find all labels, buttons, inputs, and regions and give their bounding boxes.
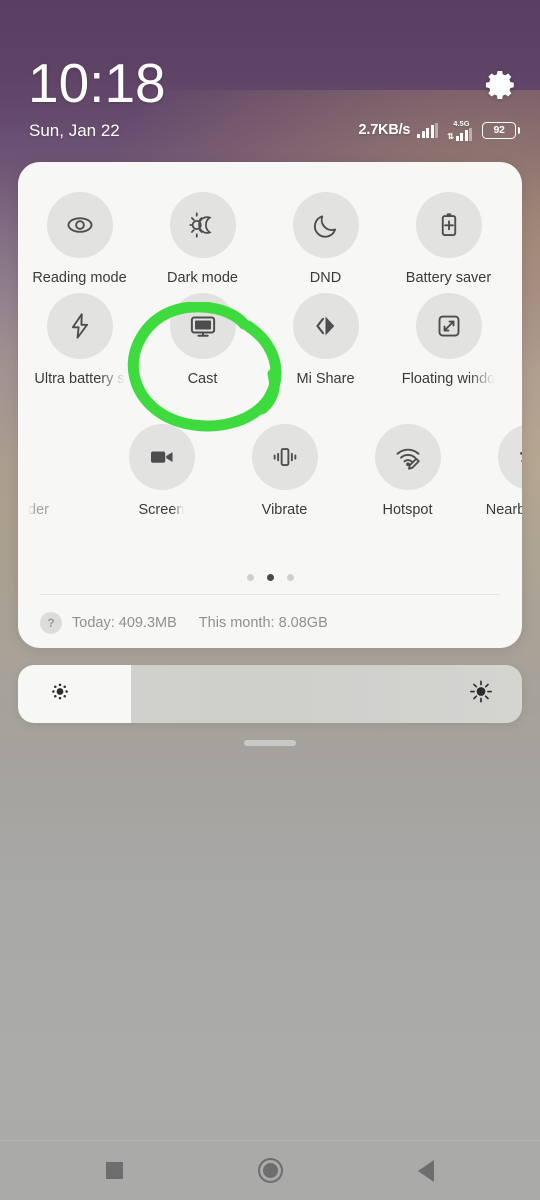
sim2-signal-group: 4.5G ⇅	[447, 118, 472, 141]
qs-tile-label: Hotspot	[382, 502, 433, 518]
qs-tile-battery-saver[interactable]: Battery saver	[387, 192, 510, 286]
brightness-slider-fill	[18, 665, 131, 723]
quick-settings-row: Ultra battery s Cast Mi Share Floating w…	[18, 293, 522, 424]
clock-date: Sun, Jan 22	[29, 121, 120, 140]
quick-settings-grid: Reading mode Dark mode DND Battery saver…	[18, 162, 522, 555]
signal-bars-icon	[417, 122, 439, 138]
qs-tile-floating-window[interactable]: Floating windo	[387, 293, 510, 387]
back-button[interactable]	[403, 1148, 449, 1194]
qs-tile-label: Floating windo	[401, 371, 496, 387]
panel-drag-handle[interactable]	[244, 740, 296, 746]
qs-tile-cast[interactable]: Cast	[141, 293, 264, 387]
network-generation-label: 4.5G	[453, 118, 470, 128]
pager-dot-2[interactable]	[266, 574, 274, 581]
pager-dot-1[interactable]	[246, 574, 254, 581]
data-usage-month: This month: 8.08GB	[198, 615, 328, 631]
qs-tile-label: der	[28, 502, 49, 518]
qs-tile-reading-mode[interactable]: Reading mode	[18, 192, 141, 286]
qs-tile-mi-share[interactable]: Mi Share	[264, 293, 387, 387]
qs-tile-ultra-battery-saver[interactable]: Ultra battery s	[18, 293, 141, 387]
vibrate-icon	[251, 424, 318, 490]
sim2-bars-icon: ⇅	[447, 127, 472, 141]
battery-percent-text: 92	[493, 124, 505, 136]
quick-settings-row: Reading mode Dark mode DND Battery saver	[18, 162, 522, 293]
qs-tile-vibrate[interactable]: Vibrate	[223, 424, 346, 518]
monitor-cast-icon	[169, 293, 236, 359]
nearby-share-icon	[497, 424, 522, 490]
qs-tile-dark-mode[interactable]: Dark mode	[141, 192, 264, 286]
data-usage-today: Today: 409.3MB	[72, 615, 177, 631]
battery-icon: 92	[482, 121, 520, 139]
recents-button[interactable]	[91, 1148, 137, 1194]
brightness-high-icon	[468, 679, 494, 710]
data-arrows-icon: ⇅	[447, 131, 454, 141]
qs-tile-label: Mi Share	[296, 371, 355, 387]
qs-tile-label: Screen	[138, 502, 185, 518]
lightning-bolt-icon	[46, 293, 113, 359]
battery-tip	[517, 126, 520, 134]
sun-moon-icon	[169, 192, 236, 258]
mi-share-icon	[292, 293, 359, 359]
qs-tile-label: Dark mode	[167, 270, 238, 286]
hotspot-icon	[374, 424, 441, 490]
home-button[interactable]	[247, 1148, 293, 1194]
qs-tile-label: Vibrate	[261, 502, 308, 518]
qs-tile-label: Cast	[187, 371, 218, 387]
quick-settings-pager[interactable]	[18, 574, 522, 581]
brightness-slider[interactable]	[18, 665, 522, 723]
square-icon	[105, 1162, 123, 1179]
circle-icon	[257, 1158, 283, 1183]
qs-tile-screen-recorder[interactable]: Screen	[100, 424, 223, 518]
status-icons-group: 2.7KB/s 4.5G ⇅ 92	[358, 118, 520, 141]
settings-gear-icon[interactable]	[484, 68, 518, 102]
qs-tile-label: Battery saver	[405, 270, 492, 286]
help-icon[interactable]: ?	[40, 612, 62, 634]
pager-dot-3[interactable]	[286, 574, 294, 581]
qs-tile-dnd[interactable]: DND	[264, 192, 387, 286]
triangle-back-icon	[418, 1159, 434, 1182]
video-camera-icon	[128, 424, 195, 490]
qs-tile-screen-recorder-partial[interactable]: der	[18, 424, 100, 518]
brightness-low-icon	[48, 680, 72, 709]
qs-tile-label: Nearby Share	[485, 502, 522, 518]
qs-tile-nearby-share[interactable]: Nearby Share	[469, 424, 522, 518]
qs-tile-label: DND	[309, 270, 342, 286]
qs-tile-label: Ultra battery s	[34, 371, 125, 387]
moon-icon	[292, 192, 359, 258]
qs-tile-hotspot[interactable]: Hotspot	[346, 424, 469, 518]
battery-plus-icon	[415, 192, 482, 258]
quick-settings-row: der Screen Vibrate Hotspot Nearb	[18, 424, 522, 555]
clock-time: 10:18	[28, 52, 166, 114]
navigation-bar	[0, 1140, 540, 1200]
quick-settings-panel[interactable]: Reading mode Dark mode DND Battery saver…	[18, 162, 522, 648]
battery-shell: 92	[482, 121, 516, 139]
floating-window-icon	[415, 293, 482, 359]
data-usage-row[interactable]: ? Today: 409.3MB This month: 8.08GB	[40, 612, 328, 634]
qs-tile-label: Reading mode	[32, 270, 127, 286]
panel-divider	[40, 594, 500, 595]
network-speed-text: 2.7KB/s	[358, 122, 411, 138]
status-header: 10:18 Sun, Jan 22 2.7KB/s 4.5G ⇅ 92	[0, 0, 540, 162]
eye-icon	[46, 192, 113, 258]
